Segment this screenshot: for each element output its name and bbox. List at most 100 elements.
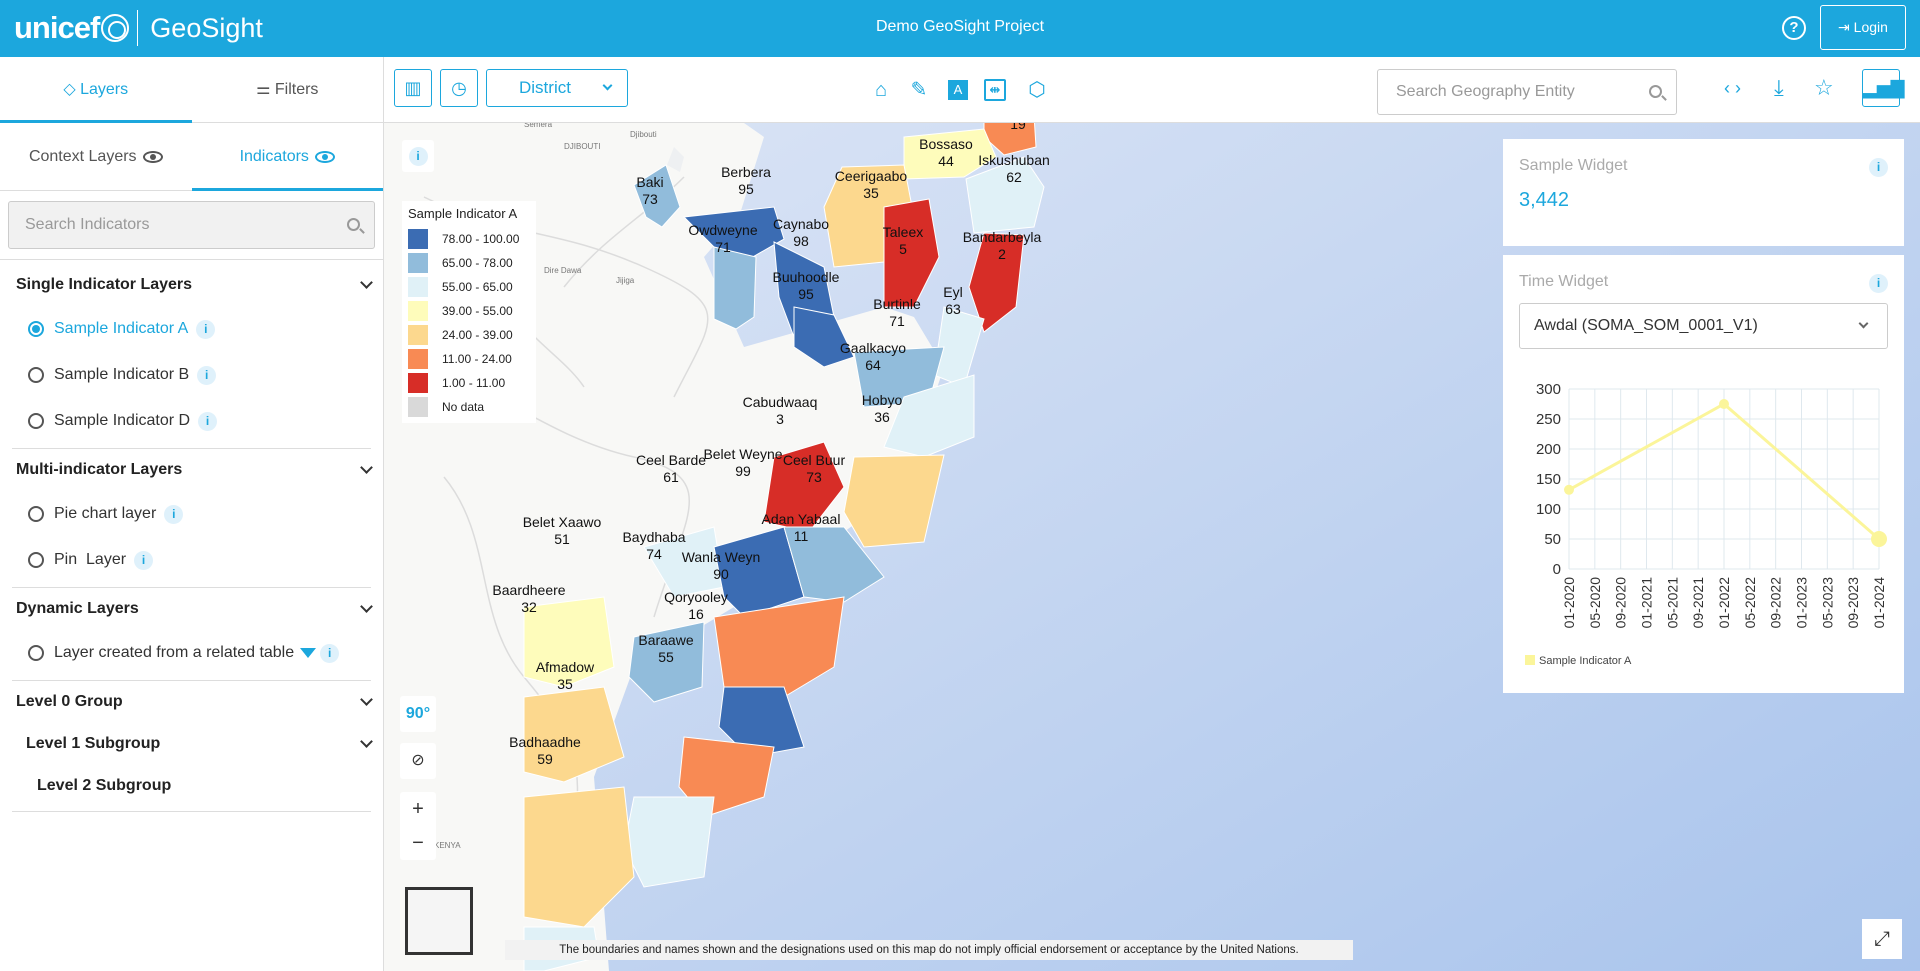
x-tick-label: 01-2022: [1716, 577, 1732, 629]
info-icon[interactable]: i: [320, 643, 340, 663]
fullscreen-icon[interactable]: ⤢: [1862, 919, 1902, 959]
label-toggle-icon[interactable]: A: [948, 80, 968, 100]
x-tick-label: 05-2021: [1664, 577, 1680, 629]
project-title: Demo GeoSight Project: [875, 18, 1045, 35]
radio[interactable]: [28, 506, 44, 522]
chevron-down-icon[interactable]: [360, 735, 373, 748]
legend-info-button[interactable]: i: [402, 140, 434, 172]
indicator-search: [8, 201, 375, 249]
data-point[interactable]: [1871, 531, 1887, 547]
eye-icon[interactable]: [314, 150, 335, 163]
search-icon[interactable]: [347, 218, 360, 231]
zoom-in-button[interactable]: +: [400, 792, 436, 826]
district-name-label: Ceerigaabo: [835, 168, 908, 184]
layer-pin[interactable]: Pin Layer i: [0, 537, 383, 583]
filter-icon[interactable]: [300, 648, 317, 658]
indicator-search-input[interactable]: [9, 202, 374, 248]
legend-swatch: [1525, 655, 1535, 665]
info-icon[interactable]: i: [1869, 158, 1888, 177]
ruler-icon[interactable]: ✎: [906, 77, 932, 103]
group-single-indicator[interactable]: Single Indicator Layers: [0, 264, 383, 306]
legend-row: 78.00 - 100.00: [408, 227, 530, 251]
district-value-label: 71: [715, 239, 731, 255]
radio[interactable]: [28, 552, 44, 568]
x-tick-label: 01-2020: [1561, 577, 1577, 629]
zoom-out-button[interactable]: −: [400, 826, 436, 860]
admin-level-select[interactable]: District: [486, 69, 628, 107]
layer-pie-chart[interactable]: Pie chart layer i: [0, 491, 383, 537]
layer-sample-indicator-a[interactable]: Sample Indicator A i: [0, 306, 383, 352]
group-title: Level 2 Subgroup: [37, 777, 172, 794]
bookmark-star-icon[interactable]: ☆: [1814, 75, 1834, 101]
district-value-label: 5: [899, 241, 907, 257]
widgets-toggle-icon[interactable]: ▂▅▇: [1862, 69, 1905, 107]
info-icon[interactable]: i: [164, 504, 184, 524]
district-name-label: Baardheere: [492, 582, 565, 598]
layers-icon: ◇: [63, 81, 81, 98]
group-multi-indicator[interactable]: Multi-indicator Layers: [0, 449, 383, 491]
tab-layers[interactable]: ◇ Layers: [0, 57, 192, 123]
3d-icon[interactable]: ⬡: [1024, 77, 1050, 103]
layer-sub-tabs: Context Layers Indicators: [0, 123, 383, 191]
district-name-label: Afmadow: [536, 659, 595, 675]
compass-icon[interactable]: ⊘: [400, 743, 436, 779]
chevron-down-icon[interactable]: [360, 276, 373, 289]
data-point[interactable]: [1564, 484, 1574, 495]
login-button[interactable]: ⇥ Login: [1820, 5, 1906, 50]
basemap-place-label: DJIBOUTI: [564, 142, 600, 151]
basemap-place-label: Djibouti: [630, 130, 657, 139]
widget-title: Time Widget: [1519, 273, 1609, 290]
info-icon[interactable]: i: [134, 550, 154, 570]
compass-bearing[interactable]: 90°: [400, 696, 436, 732]
toggle-panel-button[interactable]: ▥: [394, 69, 432, 107]
info-icon[interactable]: i: [197, 365, 217, 385]
y-tick-label: 300: [1536, 381, 1561, 398]
layer-sample-indicator-b[interactable]: Sample Indicator B i: [0, 352, 383, 398]
minimap[interactable]: [405, 887, 473, 955]
tab-indicators[interactable]: Indicators: [191, 123, 384, 191]
chevron-down-icon[interactable]: [360, 600, 373, 613]
group-dynamic[interactable]: Dynamic Layers: [0, 588, 383, 630]
group-level-2[interactable]: Level 2 Subgroup: [0, 765, 383, 807]
radio[interactable]: [28, 367, 44, 383]
eye-icon[interactable]: [142, 150, 163, 163]
clock-icon: ◷: [451, 78, 467, 98]
info-icon[interactable]: i: [198, 411, 218, 431]
home-icon[interactable]: ⌂: [868, 77, 894, 103]
search-icon[interactable]: [1649, 85, 1662, 98]
legend-row: 65.00 - 78.00: [408, 251, 530, 275]
entity-select[interactable]: Awdal (SOMA_SOM_0001_V1): [1519, 303, 1888, 349]
tab-filters-label: Filters: [274, 81, 319, 98]
radio[interactable]: [28, 645, 44, 661]
district-polygon[interactable]: [623, 796, 715, 888]
legend-swatch: [408, 229, 428, 249]
help-button[interactable]: ?: [1782, 16, 1806, 40]
info-icon[interactable]: i: [1869, 274, 1888, 293]
embed-icon[interactable]: ‹ ›: [1724, 78, 1741, 99]
group-level-0[interactable]: Level 0 Group: [0, 681, 383, 723]
layer-related-table[interactable]: Layer created from a related table i: [0, 630, 383, 676]
data-point[interactable]: [1719, 399, 1729, 409]
district-name-label: Wanla Weyn: [682, 549, 761, 565]
group-title: Dynamic Layers: [16, 600, 139, 617]
layer-label: Sample Indicator B: [54, 366, 190, 383]
district-value-label: 55: [658, 649, 674, 665]
district-name-label: Ceel Buur: [783, 452, 846, 468]
chevron-down-icon[interactable]: [360, 461, 373, 474]
tab-context-layers[interactable]: Context Layers: [0, 123, 192, 190]
radio[interactable]: [28, 413, 44, 429]
tab-filters[interactable]: ⚌ Filters: [192, 57, 384, 122]
geography-search-input[interactable]: [1378, 70, 1676, 114]
time-button[interactable]: ◷: [440, 69, 478, 107]
district-polygon[interactable]: [713, 246, 757, 330]
info-icon[interactable]: i: [196, 319, 216, 339]
group-title: Level 0 Group: [16, 693, 123, 710]
download-icon[interactable]: ⤓: [1774, 75, 1784, 101]
compare-icon[interactable]: ⇹: [984, 79, 1006, 101]
district-value-label: 35: [557, 676, 573, 692]
chevron-down-icon[interactable]: [360, 693, 373, 706]
radio-selected[interactable]: [28, 321, 44, 337]
district-value-label: 73: [806, 469, 822, 485]
group-level-1[interactable]: Level 1 Subgroup: [0, 723, 383, 765]
layer-sample-indicator-d[interactable]: Sample Indicator D i: [0, 398, 383, 444]
